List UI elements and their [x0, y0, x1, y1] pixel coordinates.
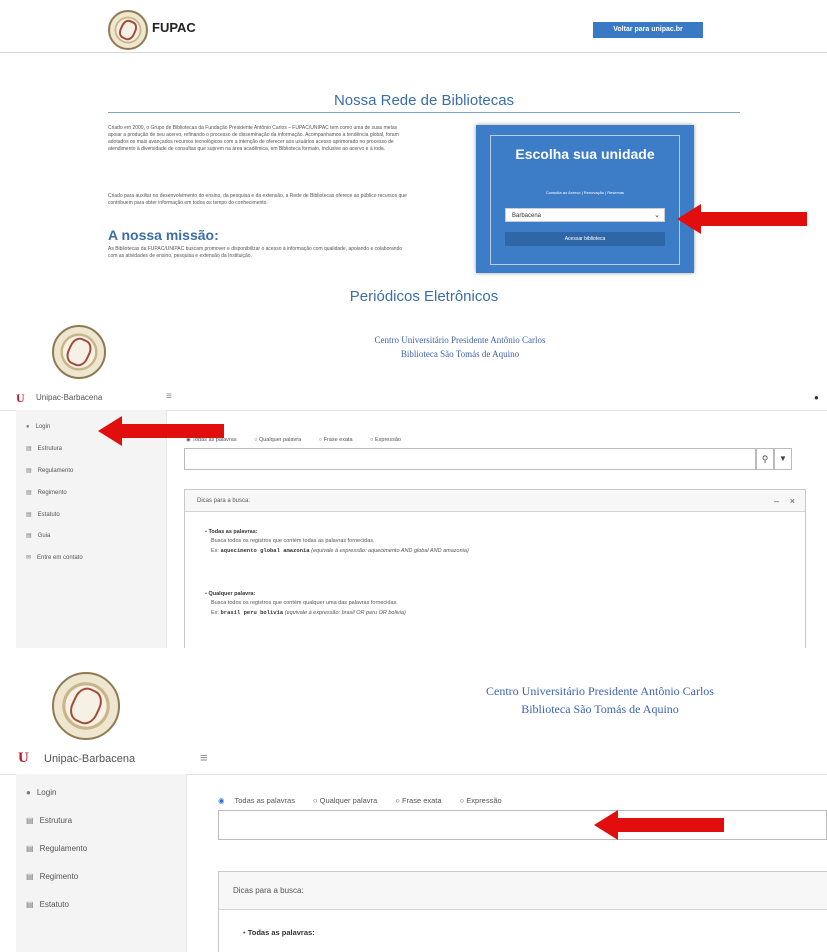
tip-all-words: • Todas as palavras: Busca todos os regi… — [205, 529, 469, 554]
document-icon: ▤ — [26, 446, 32, 452]
option-exact-phrase[interactable]: ○ Frase exata — [319, 437, 361, 443]
envelope-icon: ✉ — [26, 555, 32, 561]
sidebar-item-regulamento[interactable]: ▤ Regulamento — [26, 844, 87, 853]
option-exact-phrase[interactable]: ○ Frase exata — [395, 796, 449, 805]
sidebar-item-estrutura[interactable]: ▤ Estrutura — [26, 445, 62, 452]
tip-any-word: • Qualquer palavra: Busca todos os regis… — [205, 591, 406, 616]
search-mode-options: ◉ Todas as palavras ○ Qualquer palavra ○… — [186, 437, 417, 443]
institution-line1: Centro Universitário Presidente Antônio … — [374, 335, 546, 345]
intro-paragraph: Criado em 2000, o Grupo de Bibliotecas d… — [108, 125, 399, 152]
unit-selector-card: Escolha sua unidade Consulta ao Acervo |… — [476, 125, 694, 273]
unipac-seal-logo — [52, 672, 120, 740]
top-navbar: U Unipac-Barbacena ≡ ● — [0, 388, 827, 411]
institution-name: Centro Universitário Presidente Antônio … — [420, 682, 780, 718]
institution-line2: Biblioteca São Tomás de Aquino — [400, 349, 520, 359]
option-any-word[interactable]: ○ Qualquer palavra — [313, 796, 385, 805]
second-paragraph: Criado para auxiliar no desenvolvimento … — [108, 193, 407, 206]
sidebar-item-regimento[interactable]: ▤ Regimento — [26, 489, 67, 496]
sidebar-item-guia[interactable]: ▤ Guia — [26, 532, 50, 539]
section-title: Nossa Rede de Bibliotecas — [108, 92, 740, 113]
unit-select[interactable]: Barbacena ⌄ — [505, 208, 665, 222]
document-icon: ▤ — [26, 900, 34, 909]
tips-title: Dicas para a busca: — [233, 886, 304, 895]
institution-line1: Centro Universitário Presidente Antônio … — [486, 684, 714, 698]
close-icon[interactable]: × — [790, 496, 795, 506]
sidebar: ● Login ▤ Estrutura ▤ Regulamento ▤ Regiment… — [16, 774, 187, 952]
document-icon: ▤ — [26, 490, 32, 496]
menu-toggle-icon[interactable]: ≡ — [200, 750, 208, 765]
unit-card-links[interactable]: Consulta ao Acervo | Renovação | Reserva… — [491, 190, 679, 195]
sidebar-item-estatuto[interactable]: ▤ Estatuto — [26, 900, 69, 909]
document-icon: ▤ — [26, 512, 32, 518]
sidebar-item-regulamento[interactable]: ▤ Regulamento — [26, 467, 73, 474]
catalog-page-1: Centro Universitário Presidente Antônio … — [0, 313, 827, 648]
tips-header: Dicas para a busca: — [219, 872, 827, 910]
top-navbar: U Unipac-Barbacena ≡ — [0, 744, 827, 775]
access-library-button[interactable]: Acessar biblioteca — [505, 232, 665, 246]
unit-card-title: Escolha sua unidade — [515, 146, 655, 162]
unipac-seal-logo — [52, 325, 106, 379]
sidebar-item-contato[interactable]: ✉ Entre em contato — [26, 554, 83, 561]
user-icon: ● — [26, 424, 30, 430]
document-icon: ▤ — [26, 533, 32, 539]
unipac-u-logo: U — [18, 750, 29, 766]
filter-icon: ▼ — [779, 454, 787, 463]
unit-select-value: Barbacena — [512, 213, 542, 219]
navbar-brand[interactable]: Unipac-Barbacena — [36, 393, 102, 402]
tips-header: Dicas para a busca: – × — [185, 490, 805, 512]
document-icon: ▤ — [26, 816, 34, 825]
brand-name: FUPAC — [152, 20, 196, 35]
chevron-down-icon: ⌄ — [654, 212, 660, 219]
document-icon: ▤ — [26, 844, 34, 853]
search-input[interactable] — [218, 810, 827, 840]
fupac-logo — [108, 10, 148, 50]
minimize-icon[interactable]: – — [774, 496, 779, 506]
menu-toggle-icon[interactable]: ≡ — [166, 391, 172, 402]
mission-title: A nossa missão: — [108, 227, 219, 243]
sidebar-item-regimento[interactable]: ▤ Regimento — [26, 872, 78, 881]
person-icon[interactable]: ● — [814, 393, 819, 402]
institution-line2: Biblioteca São Tomás de Aquino — [521, 702, 679, 716]
search-button[interactable]: ⚲ — [756, 448, 774, 470]
filter-button[interactable]: ▼ — [774, 448, 792, 470]
visit-unipac-button[interactable]: Voltar para unipac.br — [593, 22, 703, 38]
tips-title: Dicas para a busca: — [197, 498, 251, 504]
sidebar-item-login[interactable]: ● Login — [26, 788, 56, 797]
option-any-word[interactable]: ○ Qualquer palavra — [254, 437, 309, 443]
sidebar: ● Login ▤ Estrutura ▤ Regulamento ▤ Regiment… — [16, 410, 167, 648]
search-input[interactable] — [184, 448, 756, 470]
institution-name: Centro Universitário Presidente Antônio … — [300, 333, 620, 361]
sidebar-item-estatuto[interactable]: ▤ Estatuto — [26, 511, 60, 518]
option-expression[interactable]: ○ Expressão — [370, 437, 409, 443]
search-icon: ⚲ — [761, 454, 769, 464]
navbar-brand[interactable]: Unipac-Barbacena — [44, 753, 135, 765]
search-mode-options: ◉ Todas as palavras ○ Qualquer palavra ○… — [218, 796, 518, 805]
mission-paragraph: As Bibliotecas da FUPAC/UNIPAC buscam pr… — [108, 246, 403, 259]
search-tips-panel: Dicas para a busca: – × • Todas as palav… — [184, 489, 806, 648]
unipac-u-logo: U — [16, 391, 25, 405]
document-icon: ▤ — [26, 872, 34, 881]
user-icon: ● — [26, 788, 31, 797]
periodicals-title: Periódicos Eletrônicos — [108, 288, 740, 308]
library-network-page: FUPAC Voltar para unipac.br Nossa Rede d… — [0, 0, 827, 308]
sidebar-item-estrutura[interactable]: ▤ Estrutura — [26, 816, 72, 825]
catalog-page-2: Centro Universitário Presidente Antônio … — [0, 660, 827, 952]
option-all-words[interactable]: ◉ Todas as palavras — [218, 796, 303, 805]
search-tips-panel: Dicas para a busca: • Todas as palavras: — [218, 871, 827, 952]
top-header: FUPAC Voltar para unipac.br — [0, 0, 827, 53]
sidebar-item-login[interactable]: ● Login — [26, 424, 50, 430]
option-expression[interactable]: ○ Expressão — [460, 796, 510, 805]
tip-all-words: • Todas as palavras: — [243, 928, 315, 937]
option-all-words[interactable]: ◉ Todas as palavras — [186, 437, 245, 443]
document-icon: ▤ — [26, 468, 32, 474]
